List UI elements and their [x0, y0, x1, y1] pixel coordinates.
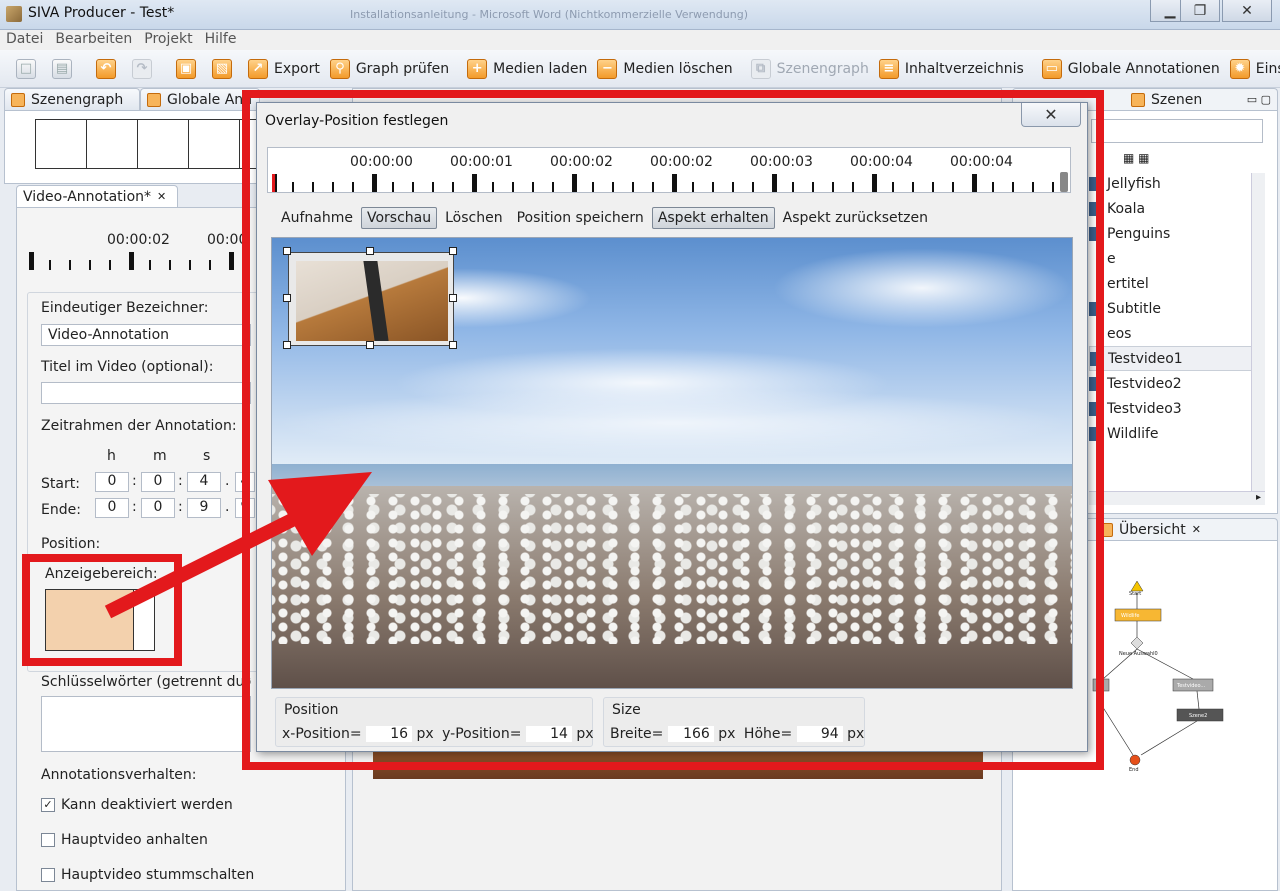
- arrow-head-icon: [268, 472, 372, 556]
- callout-arrow: [104, 472, 372, 619]
